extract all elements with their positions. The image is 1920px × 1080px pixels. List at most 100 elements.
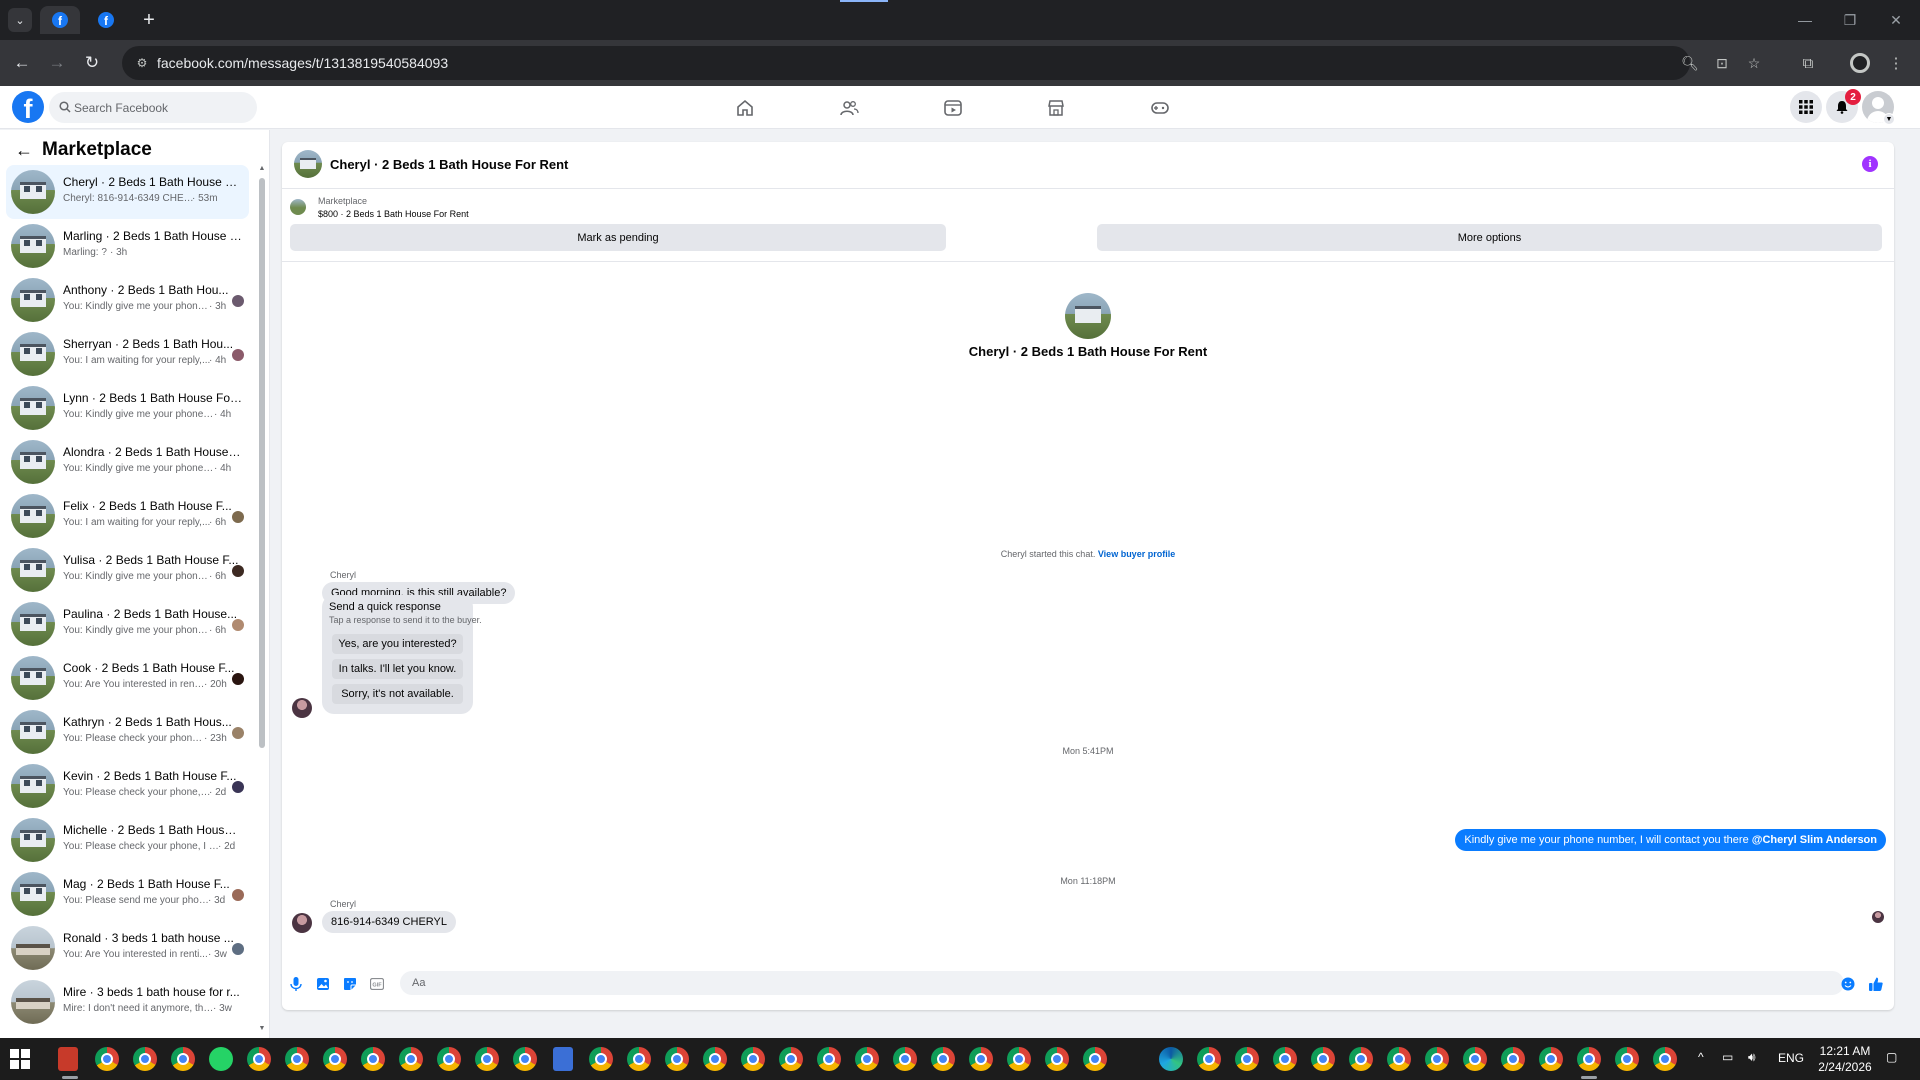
back-icon[interactable]: ← <box>10 51 34 75</box>
back-arrow-icon[interactable]: ← <box>14 140 34 160</box>
conversation-item[interactable]: Kathryn · 2 Beds 1 Bath Hous... You: Ple… <box>6 705 249 759</box>
incoming-message[interactable]: 816-914-6349 CHERYL <box>322 911 456 933</box>
conversation-item[interactable]: Michelle · 2 Beds 1 Bath House ... You: … <box>6 813 249 867</box>
chrome-icon[interactable] <box>171 1047 195 1071</box>
chrome-icon[interactable] <box>95 1047 119 1071</box>
conversation-item[interactable]: Kevin · 2 Beds 1 Bath House F... You: Pl… <box>6 759 249 813</box>
clock-date[interactable]: 2/24/2026 <box>1810 1060 1880 1074</box>
chrome-icon[interactable] <box>133 1047 157 1071</box>
whatsapp-icon[interactable] <box>209 1047 233 1071</box>
facebook-logo[interactable]: f <box>12 91 44 123</box>
sticker-icon[interactable] <box>342 976 358 992</box>
conversation-item[interactable]: Yulisa · 2 Beds 1 Bath House F... You: K… <box>6 543 249 597</box>
address-bar[interactable]: ⚙ facebook.com/messages/t/13138195405840… <box>122 46 1760 80</box>
chrome-icon[interactable] <box>1311 1047 1335 1071</box>
friends-icon[interactable] <box>799 89 899 126</box>
zoom-icon[interactable]: 🔍︎ <box>1680 53 1700 73</box>
chrome-icon[interactable] <box>1387 1047 1411 1071</box>
more-options-button[interactable]: More options <box>1097 224 1882 251</box>
site-settings-icon[interactable]: ⚙ <box>134 55 150 71</box>
close-icon[interactable]: ✕ <box>1876 8 1916 32</box>
browser-tab-facebook-2[interactable]: f <box>86 6 126 34</box>
chrome-icon[interactable] <box>247 1047 271 1071</box>
chat-avatar[interactable] <box>294 150 322 178</box>
quick-response-not-available-button[interactable]: Sorry, it's not available. <box>332 684 463 704</box>
home-icon[interactable] <box>695 89 795 126</box>
mark-as-pending-button[interactable]: Mark as pending <box>290 224 946 251</box>
sidebar-scrollbar[interactable]: ▲ ▼ <box>257 165 267 1035</box>
message-input[interactable] <box>400 971 1844 995</box>
url-text[interactable]: facebook.com/messages/t/1313819540584093 <box>157 55 448 71</box>
marketplace-icon[interactable] <box>1006 89 1106 126</box>
document-app-icon[interactable] <box>553 1047 573 1071</box>
chrome-icon[interactable] <box>741 1047 765 1071</box>
listing-thumbnail[interactable] <box>290 199 306 215</box>
chrome-icon[interactable] <box>285 1047 309 1071</box>
clock-time[interactable]: 12:21 AM <box>1810 1044 1880 1058</box>
info-icon[interactable]: i <box>1862 156 1878 172</box>
chrome-icon[interactable] <box>1501 1047 1525 1071</box>
conversation-item[interactable]: Mag · 2 Beds 1 Bath House F... You: Plea… <box>6 867 249 921</box>
network-icon[interactable]: ▭ <box>1722 1050 1733 1064</box>
volume-icon[interactable]: 🔊︎ <box>1748 1050 1756 1065</box>
conversation-item[interactable]: Lynn · 2 Beds 1 Bath House For ... You: … <box>6 381 249 435</box>
scroll-down-icon[interactable]: ▼ <box>258 1025 266 1032</box>
chrome-icon[interactable] <box>1197 1047 1221 1071</box>
video-icon[interactable] <box>903 89 1003 126</box>
chrome-icon[interactable] <box>1425 1047 1449 1071</box>
chrome-icon[interactable] <box>817 1047 841 1071</box>
scrollbar-thumb[interactable] <box>259 178 265 748</box>
new-tab-button[interactable]: + <box>137 8 161 32</box>
browser-menu-icon[interactable]: ⋮ <box>1884 51 1908 75</box>
chrome-icon[interactable] <box>1615 1047 1639 1071</box>
chrome-icon[interactable] <box>1007 1047 1031 1071</box>
chrome-icon[interactable] <box>437 1047 461 1071</box>
chrome-icon[interactable] <box>1349 1047 1373 1071</box>
sender-avatar[interactable] <box>292 698 312 718</box>
search-input[interactable] <box>74 92 249 123</box>
chat-title[interactable]: Cheryl · 2 Beds 1 Bath House For Rent <box>330 157 568 172</box>
photo-icon[interactable] <box>315 976 331 992</box>
chrome-icon[interactable] <box>1577 1047 1601 1071</box>
chrome-icon[interactable] <box>779 1047 803 1071</box>
conversation-item[interactable]: Anthony · 2 Beds 1 Bath Hou... You: Kind… <box>6 273 249 327</box>
extensions-icon[interactable]: ⧉ <box>1796 51 1820 75</box>
conversation-item[interactable]: Alondra · 2 Beds 1 Bath House F... You: … <box>6 435 249 489</box>
install-app-icon[interactable]: ⊡ <box>1712 53 1732 73</box>
chrome-icon[interactable] <box>1235 1047 1259 1071</box>
chrome-icon[interactable] <box>1653 1047 1677 1071</box>
quick-response-in-talks-button[interactable]: In talks. I'll let you know. <box>332 659 463 679</box>
conversation-item[interactable]: Mire · 3 beds 1 bath house for r... Mire… <box>6 975 249 1029</box>
chrome-icon[interactable] <box>931 1047 955 1071</box>
chrome-icon[interactable] <box>513 1047 537 1071</box>
chrome-icon[interactable] <box>399 1047 423 1071</box>
chrome-icon[interactable] <box>1083 1047 1107 1071</box>
sender-avatar[interactable] <box>292 913 312 933</box>
thumbs-up-icon[interactable] <box>1868 976 1884 992</box>
gif-icon[interactable]: GIF <box>369 976 385 992</box>
gaming-icon[interactable] <box>1110 89 1210 126</box>
chrome-icon[interactable] <box>627 1047 651 1071</box>
outgoing-message[interactable]: Kindly give me your phone number, I will… <box>1455 829 1886 851</box>
chrome-icon[interactable] <box>665 1047 689 1071</box>
conversation-item[interactable]: Cook · 2 Beds 1 Bath House F... You: Are… <box>6 651 249 705</box>
chevron-down-icon[interactable]: ▼ <box>1883 113 1895 125</box>
edge-icon[interactable] <box>1159 1047 1183 1071</box>
chrome-icon[interactable] <box>361 1047 385 1071</box>
conversation-item[interactable]: Felix · 2 Beds 1 Bath House F... You: I … <box>6 489 249 543</box>
chrome-icon[interactable] <box>703 1047 727 1071</box>
conversation-item[interactable]: Paulina · 2 Beds 1 Bath House... You: Ki… <box>6 597 249 651</box>
conversation-item[interactable]: Sherryan · 2 Beds 1 Bath Hou... You: I a… <box>6 327 249 381</box>
emoji-icon[interactable] <box>1840 976 1856 992</box>
reload-icon[interactable]: ↻ <box>80 51 104 75</box>
chrome-icon[interactable] <box>1273 1047 1297 1071</box>
profile-icon[interactable] <box>1848 51 1872 75</box>
language-indicator[interactable]: ENG <box>1778 1051 1804 1065</box>
chrome-icon[interactable] <box>589 1047 613 1071</box>
chrome-icon[interactable] <box>1463 1047 1487 1071</box>
intro-avatar[interactable] <box>1065 293 1111 339</box>
listing-title[interactable]: $800 · 2 Beds 1 Bath House For Rent <box>318 209 469 219</box>
chrome-icon[interactable] <box>855 1047 879 1071</box>
facebook-search[interactable] <box>49 92 257 123</box>
microphone-icon[interactable] <box>288 976 304 992</box>
